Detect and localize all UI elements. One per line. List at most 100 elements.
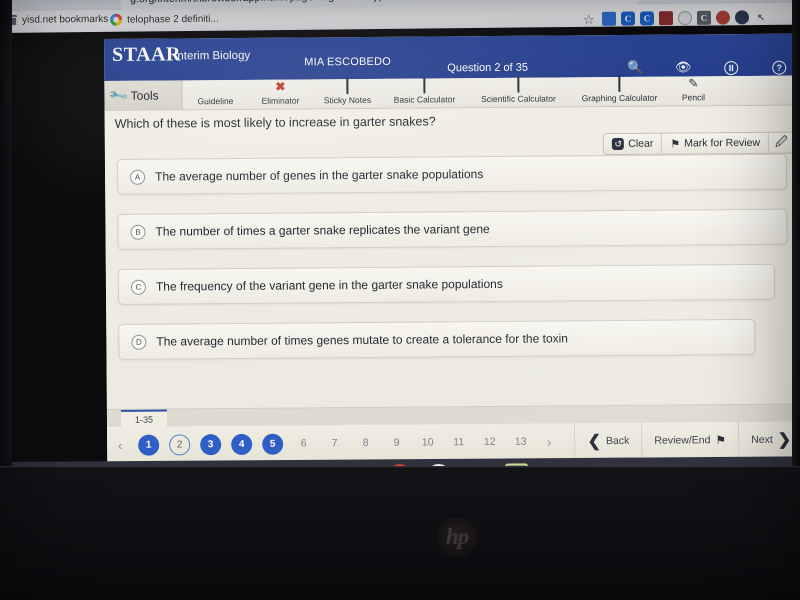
- back-button[interactable]: ❮ Back: [574, 422, 642, 460]
- google-g-icon: [110, 13, 123, 26]
- pager-page-9[interactable]: 9: [381, 437, 412, 449]
- toolbar-item-label: Sticky Notes: [323, 94, 372, 106]
- screen-bezel-right: [792, 0, 800, 468]
- toolbar-item-label: Pencil: [681, 92, 706, 103]
- app-header: STAAR Interim Biology MIA ESCOBEDO Quest…: [104, 33, 800, 86]
- bookmark-yisd[interactable]: yisd.net bookmarks: [6, 14, 108, 26]
- bookmark-label: telophase 2 definiti...: [127, 13, 219, 26]
- screen-bezel-left: [0, 0, 12, 468]
- laptop-photo: g.org/interim/tnbrowser/app.html?page=lo…: [0, 0, 800, 600]
- pager-page-4[interactable]: 4: [231, 433, 253, 455]
- color-eye-icon: 👁: [674, 59, 692, 75]
- bottom-navigation: 1-35 ‹ 1 2 3 4 5 6 7 8 9 10 11 12 13 › ❮…: [106, 403, 800, 463]
- pager-next-arrow[interactable]: ›: [536, 434, 562, 449]
- pager-page-1[interactable]: 1: [138, 434, 160, 456]
- extension-icons: C C C ↖: [601, 10, 768, 26]
- review-end-button[interactable]: Review/End ⚑: [641, 422, 739, 459]
- question-action-bar: ↺ Clear ⚑ Mark for Review 🖉: [603, 131, 795, 156]
- review-end-label: Review/End: [654, 434, 711, 447]
- mark-for-review-label: Mark for Review: [684, 136, 761, 150]
- flag-icon: ⚑: [670, 137, 681, 151]
- answer-choice-b[interactable]: B The number of times a garter snake rep…: [117, 208, 788, 250]
- scientific-calculator-icon: [517, 76, 520, 93]
- back-button-label: Back: [605, 434, 630, 448]
- test-subject: Interim Biology: [174, 49, 251, 63]
- bookmark-telophase[interactable]: telophase 2 definiti...: [110, 13, 219, 26]
- pager-page-5[interactable]: 5: [262, 433, 284, 455]
- pager-page-10[interactable]: 10: [412, 436, 443, 448]
- staar-test-app: STAAR Interim Biology MIA ESCOBEDO Quest…: [104, 33, 800, 463]
- extension-book-icon[interactable]: [658, 11, 674, 26]
- answer-choice-c[interactable]: C The frequency of the variant gene in t…: [117, 263, 775, 305]
- student-name: MIA ESCOBEDO: [304, 55, 392, 69]
- extension-clever-2-icon[interactable]: C: [639, 11, 655, 26]
- pencil-icon: ✎: [688, 76, 699, 91]
- toolbar-item-label: Guideline: [197, 95, 234, 107]
- answer-choice-text: The average number of times genes mutate…: [156, 331, 568, 349]
- extension-shield-icon[interactable]: [734, 10, 750, 25]
- toolbar-item-pencil[interactable]: ✎ Pencil: [670, 76, 716, 103]
- clear-button[interactable]: ↺ Clear: [604, 133, 663, 155]
- pager-page-7[interactable]: 7: [319, 437, 350, 449]
- toolbar-item-guideline[interactable]: Guideline: [184, 81, 246, 106]
- next-button[interactable]: Next ❯: [738, 421, 800, 459]
- extension-gray-c-icon[interactable]: C: [696, 10, 712, 25]
- question-counter: Question 2 of 35: [447, 61, 529, 75]
- toolbar-item-label: Scientific Calculator: [481, 93, 556, 105]
- flag-icon: ⚑: [715, 433, 727, 448]
- pause-icon: II: [714, 59, 748, 76]
- extension-clever-icon[interactable]: C: [620, 11, 636, 26]
- pager-prev-arrow[interactable]: ‹: [107, 437, 133, 452]
- hp-logo: hp: [437, 517, 477, 557]
- bookmark-label: yisd.net bookmarks: [22, 13, 109, 26]
- eliminator-x-icon: ✖: [275, 79, 286, 94]
- sticky-notes-icon: [346, 78, 349, 95]
- pager-page-13[interactable]: 13: [505, 436, 536, 448]
- extension-cursor-icon[interactable]: ↖: [754, 10, 768, 24]
- clear-undo-icon: ↺: [612, 137, 625, 151]
- extension-blue-tag-icon[interactable]: [601, 11, 617, 26]
- pager-page-2[interactable]: 2: [169, 433, 191, 456]
- bookmark-star-icon[interactable]: ☆: [583, 12, 595, 28]
- extension-target-icon[interactable]: [677, 10, 693, 26]
- toolbar-item-label: Basic Calculator: [393, 94, 456, 105]
- staar-logo: STAAR: [112, 43, 182, 66]
- answer-choice-d[interactable]: D The average number of times genes muta…: [118, 318, 756, 360]
- extension-pin-icon[interactable]: [715, 10, 731, 25]
- mark-for-review-button[interactable]: ⚑ Mark for Review: [662, 132, 770, 154]
- chevron-left-icon: ❮: [587, 433, 602, 451]
- next-button-label: Next: [751, 433, 773, 446]
- toolbar-item-graphing-calculator[interactable]: Graphing Calculator: [570, 75, 668, 104]
- toolbar-item-scientific-calculator[interactable]: Scientific Calculator: [468, 76, 568, 105]
- answer-choice-text: The frequency of the variant gene in the…: [155, 276, 503, 294]
- toolbar-item-sticky-notes[interactable]: Sticky Notes: [314, 78, 380, 106]
- navigation-buttons: ❮ Back Review/End ⚑ Next ❯: [574, 421, 800, 460]
- answer-choices: A The average number of genes in the gar…: [116, 153, 789, 379]
- toolbar-item-label: Eliminator: [261, 95, 300, 106]
- toolbar-items: Guideline ✖ Eliminator Sticky Notes Basi…: [184, 75, 716, 110]
- notepad-button[interactable]: 🖉: [769, 133, 794, 153]
- answer-choice-a[interactable]: A The average number of genes in the gar…: [116, 153, 788, 195]
- pager-page-3[interactable]: 3: [200, 433, 222, 455]
- pager-page-12[interactable]: 12: [474, 436, 505, 448]
- laptop-screen: g.org/interim/tnbrowser/app.html?page=lo…: [0, 0, 800, 468]
- answer-bubble[interactable]: C: [130, 279, 147, 295]
- answer-choice-text: The average number of genes in the garte…: [155, 167, 484, 184]
- toolbar-item-basic-calculator[interactable]: Basic Calculator: [382, 77, 466, 105]
- tools-button[interactable]: 🔧 Tools: [104, 80, 183, 111]
- tools-button-label: Tools: [130, 88, 159, 103]
- question-range-tab[interactable]: 1-35: [120, 409, 168, 427]
- answer-choice-text: The number of times a garter snake repli…: [155, 221, 490, 239]
- answer-bubble[interactable]: A: [130, 169, 146, 185]
- answer-bubble[interactable]: D: [131, 334, 147, 350]
- pager-page-6[interactable]: 6: [288, 437, 319, 449]
- answer-bubble[interactable]: B: [130, 224, 146, 240]
- laptop-body: [0, 466, 800, 600]
- pager-page-11[interactable]: 11: [443, 436, 474, 448]
- question-text: Which of these is most likely to increas…: [114, 114, 436, 131]
- graphing-calculator-icon: [618, 75, 621, 92]
- toolbar-item-eliminator[interactable]: ✖ Eliminator: [248, 80, 312, 106]
- pager-page-8[interactable]: 8: [350, 437, 381, 449]
- notepad-pencil-icon: 🖉: [774, 134, 788, 149]
- clear-button-label: Clear: [628, 137, 654, 150]
